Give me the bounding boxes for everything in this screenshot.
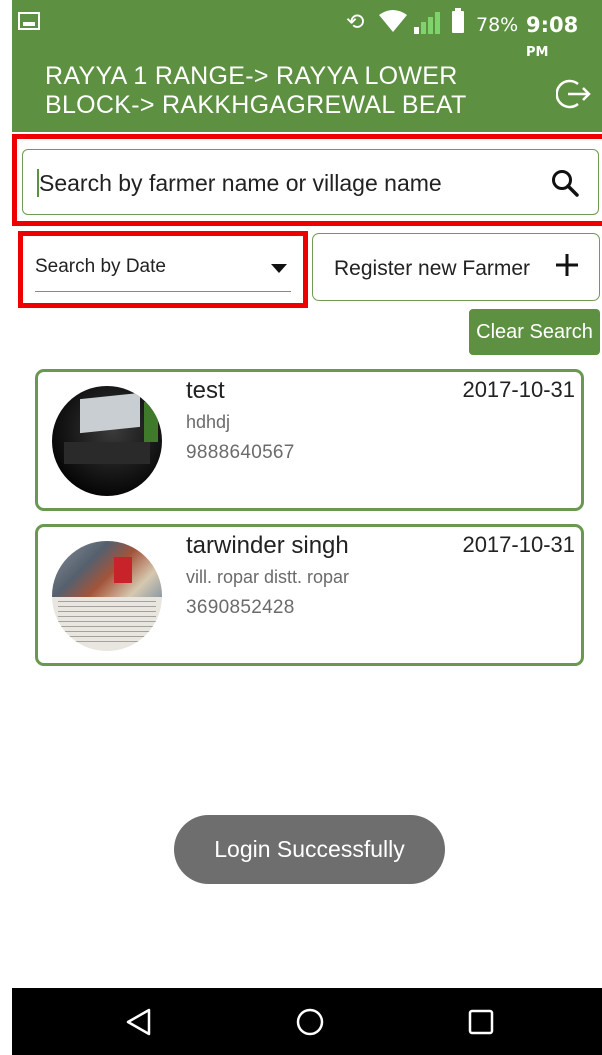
register-farmer-button[interactable]: Register new Farmer [312, 233, 600, 301]
search-highlight-box [12, 134, 602, 226]
plus-icon [556, 254, 578, 276]
toast-message: Login Successfully [174, 815, 445, 884]
signal-icon [414, 12, 440, 34]
clock: 9:08 PM [526, 13, 579, 60]
date-filter-highlight-box [18, 231, 308, 308]
recents-icon[interactable] [468, 1009, 494, 1035]
wifi-icon [379, 10, 407, 32]
battery-percent: 78% [476, 14, 519, 36]
gallery-icon [18, 12, 40, 30]
app-bar: RAYYA 1 RANGE-> RAYYA LOWER BLOCK-> RAKK… [12, 56, 602, 132]
farmer-phone: 3690852428 [186, 597, 295, 618]
register-farmer-label: Register new Farmer [334, 257, 531, 280]
back-icon[interactable] [125, 1008, 153, 1036]
clear-search-button[interactable]: Clear Search [469, 309, 600, 355]
home-icon[interactable] [295, 1007, 325, 1037]
farmer-avatar [52, 541, 162, 651]
farmer-village: vill. ropar distt. ropar [186, 567, 350, 587]
farmer-name: test [186, 377, 225, 404]
farmer-date: 2017-10-31 [462, 377, 575, 402]
battery-icon [452, 8, 464, 33]
page-title: RAYYA 1 RANGE-> RAYYA LOWER BLOCK-> RAKK… [45, 62, 467, 119]
navigation-bar [12, 988, 602, 1055]
farmer-phone: 9888640567 [186, 442, 295, 463]
farmer-card[interactable]: test hdhdj 9888640567 2017-10-31 [35, 369, 584, 511]
farmer-name: tarwinder singh [186, 532, 349, 559]
farmer-village: hdhdj [186, 412, 231, 432]
logout-icon[interactable] [556, 76, 592, 112]
farmer-card[interactable]: tarwinder singh vill. ropar distt. ropar… [35, 524, 584, 666]
farmer-avatar [52, 386, 162, 496]
farmer-date: 2017-10-31 [462, 532, 575, 557]
rotate-icon: ⟲ [346, 10, 365, 35]
status-bar: ⟲ 78% 9:08 PM [12, 0, 602, 60]
left-frame [0, 0, 12, 988]
